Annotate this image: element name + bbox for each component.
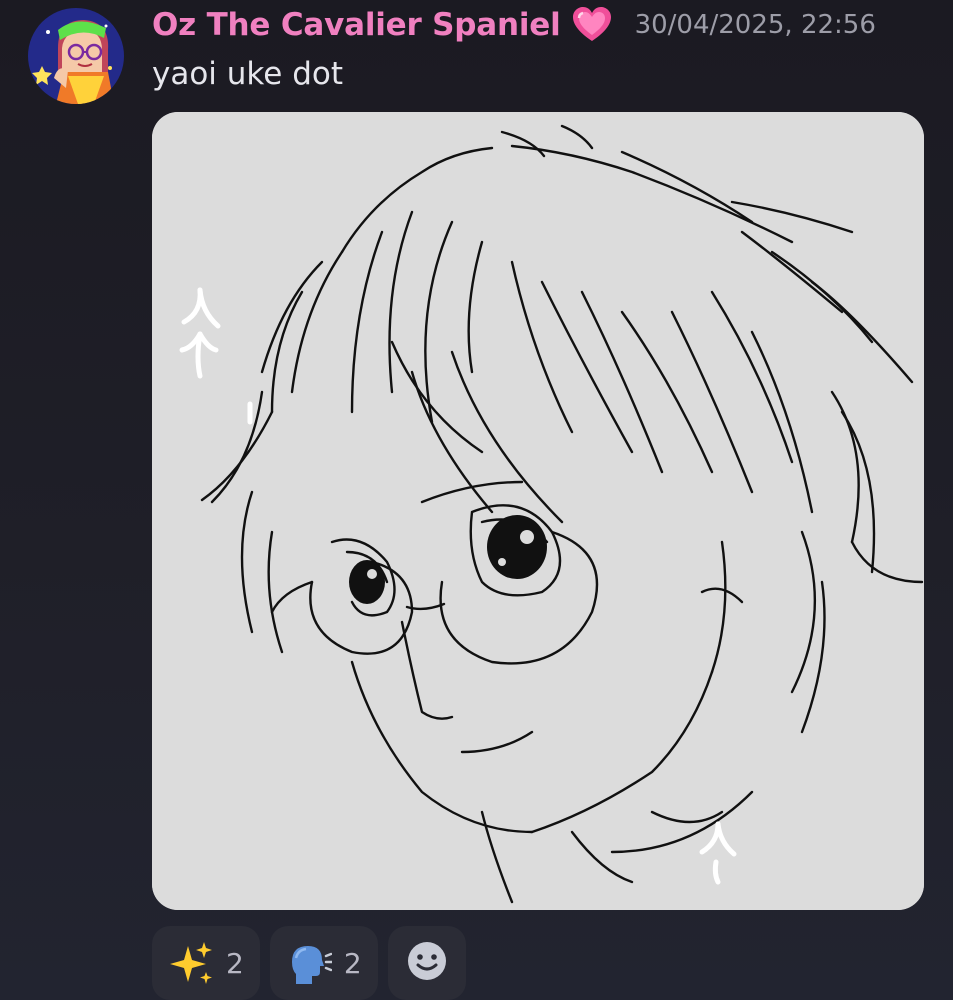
message-text: yaoi uke dot <box>152 56 343 92</box>
reactions-bar: 2 2 <box>152 926 466 1000</box>
sparkles-icon <box>168 940 214 986</box>
message-timestamp[interactable]: 30/04/2025, 22:56 <box>635 10 876 40</box>
pink-heart-icon <box>571 5 613 45</box>
sketch-drawing <box>152 112 924 910</box>
username[interactable]: Oz The Cavalier Spaniel <box>152 7 561 43</box>
user-avatar[interactable] <box>28 8 124 104</box>
reaction-count: 2 <box>343 946 362 980</box>
reaction-count: 2 <box>226 946 244 980</box>
reaction-speaking-head[interactable]: 2 <box>269 926 378 1000</box>
image-attachment[interactable] <box>152 112 924 910</box>
message-header: Oz The Cavalier Spaniel 30/04/2025, 22:5… <box>152 2 876 48</box>
speaking-head-icon <box>286 940 334 986</box>
smiley-add-reaction-icon <box>406 940 448 986</box>
reaction-sparkles[interactable]: 2 <box>152 926 260 1000</box>
chat-message: Oz The Cavalier Spaniel 30/04/2025, 22:5… <box>0 0 953 1000</box>
add-reaction-button[interactable] <box>387 926 466 1000</box>
